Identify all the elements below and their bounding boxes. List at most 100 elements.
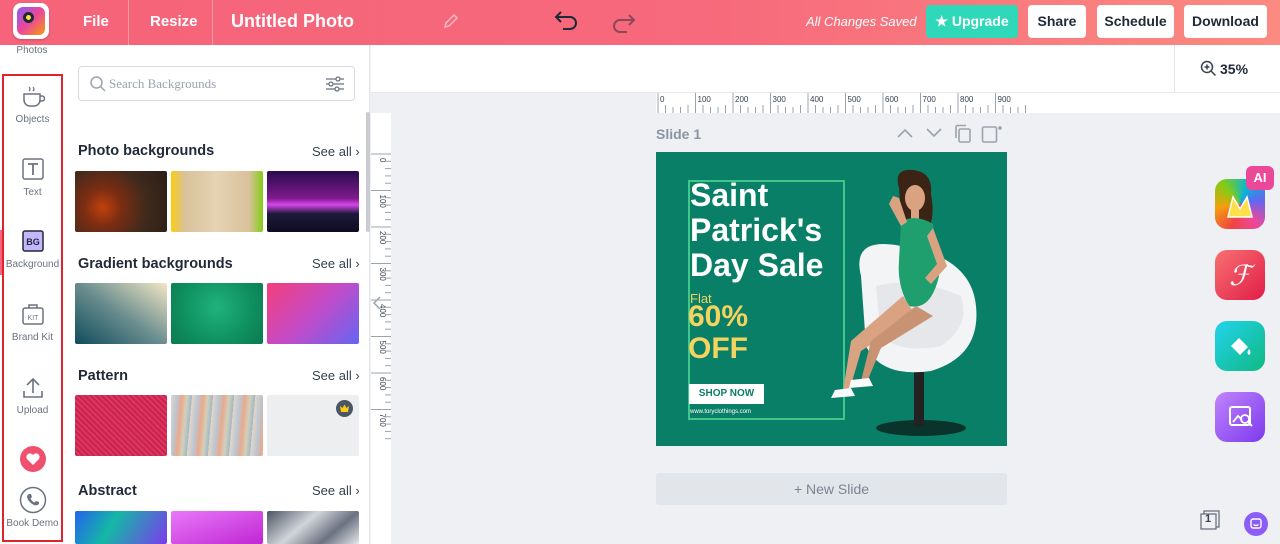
upgrade-button[interactable]: ★ Upgrade bbox=[926, 5, 1018, 38]
see-all-gradient[interactable]: See all › bbox=[312, 256, 360, 271]
phone-icon bbox=[19, 486, 46, 514]
new-slide-button[interactable]: + New Slide bbox=[656, 473, 1007, 505]
chevron-right-icon: › bbox=[355, 483, 360, 498]
rail-item-background[interactable]: BG Background bbox=[2, 229, 63, 270]
rail-item-favorites[interactable] bbox=[2, 446, 63, 476]
canvas-toolbar bbox=[371, 45, 1280, 93]
upgrade-label: Upgrade bbox=[951, 13, 1009, 29]
see-all-label: See all bbox=[312, 483, 352, 498]
design-canvas[interactable]: Saint Patrick's Day Sale Flat 60% OFF SH… bbox=[656, 152, 1007, 446]
slide-label: Slide 1 bbox=[656, 126, 702, 142]
image-search-app[interactable] bbox=[1215, 392, 1265, 442]
ruler-label: 500 bbox=[378, 341, 387, 355]
duplicate-icon[interactable] bbox=[954, 124, 972, 144]
ruler-label: 200 bbox=[378, 231, 387, 245]
download-button[interactable]: Download bbox=[1184, 5, 1267, 38]
chevron-up-icon[interactable] bbox=[896, 127, 914, 139]
rail-label-text: Text bbox=[23, 187, 42, 198]
rail-item-text[interactable]: Text bbox=[2, 157, 63, 198]
ruler-label: 800 bbox=[960, 95, 974, 104]
font-f-icon: ℱ bbox=[1228, 261, 1251, 292]
menu-file[interactable]: File bbox=[83, 0, 109, 45]
schedule-button[interactable]: Schedule bbox=[1097, 5, 1174, 38]
undo-icon[interactable] bbox=[553, 9, 579, 31]
document-title[interactable]: Untitled Photo bbox=[231, 0, 354, 45]
toolbar-divider bbox=[1174, 45, 1175, 93]
cup-icon bbox=[22, 86, 45, 107]
see-all-label: See all bbox=[312, 144, 352, 159]
section-title-gradient: Gradient backgrounds bbox=[78, 256, 233, 272]
pencil-icon[interactable] bbox=[443, 13, 459, 29]
model-photo[interactable] bbox=[821, 166, 996, 446]
ruler-label: 300 bbox=[773, 95, 787, 104]
discount-percent[interactable]: 60% bbox=[688, 300, 748, 334]
rail-label-book-demo: Book Demo bbox=[6, 518, 59, 529]
text-icon bbox=[21, 158, 44, 180]
thumb-gradient-1[interactable] bbox=[75, 283, 167, 344]
app-logo[interactable] bbox=[13, 3, 49, 39]
heart-icon bbox=[19, 446, 46, 472]
rail-item-brand-kit[interactable]: KIT Brand Kit bbox=[2, 302, 63, 343]
upload-icon bbox=[22, 377, 43, 398]
chevron-left-icon[interactable] bbox=[372, 296, 382, 310]
website-label[interactable]: www.toryclothings.com bbox=[690, 409, 751, 415]
share-button[interactable]: Share bbox=[1028, 5, 1086, 38]
ruler-label: 300 bbox=[378, 268, 387, 282]
rail-item-book-demo[interactable]: Book Demo bbox=[2, 486, 63, 529]
redo-icon[interactable] bbox=[611, 12, 637, 34]
see-all-abstract[interactable]: See all › bbox=[312, 483, 360, 498]
filter-icon[interactable] bbox=[325, 75, 345, 93]
chevron-right-icon: › bbox=[355, 256, 360, 271]
rail-item-photos[interactable]: Photos bbox=[0, 45, 64, 56]
thumb-gradient-3[interactable] bbox=[267, 283, 359, 344]
paint-app[interactable] bbox=[1215, 321, 1265, 371]
search-input[interactable] bbox=[109, 75, 309, 93]
thumb-photo-1[interactable] bbox=[75, 171, 167, 232]
chat-support-button[interactable] bbox=[1244, 512, 1268, 536]
zoom-in-icon bbox=[1200, 60, 1217, 77]
chevron-right-icon: › bbox=[355, 144, 360, 159]
section-title-pattern: Pattern bbox=[78, 368, 128, 384]
svg-text:KIT: KIT bbox=[27, 315, 39, 322]
ruler-label: 700 bbox=[923, 95, 937, 104]
headline-line-2: Patrick's bbox=[690, 212, 823, 248]
panel-scrollbar[interactable] bbox=[366, 112, 370, 232]
font-app[interactable]: ℱ bbox=[1215, 250, 1265, 300]
see-all-label: See all bbox=[312, 256, 352, 271]
zoom-control[interactable]: 35% bbox=[1200, 60, 1248, 77]
thumb-pattern-1[interactable] bbox=[75, 395, 167, 456]
thumb-gradient-2[interactable] bbox=[171, 283, 263, 344]
search-icon bbox=[90, 76, 106, 92]
background-icon: BG bbox=[21, 230, 44, 252]
rail-item-upload[interactable]: Upload bbox=[2, 375, 63, 416]
page-count-indicator[interactable]: 1 bbox=[1200, 510, 1220, 530]
chevron-down-icon[interactable] bbox=[925, 127, 943, 139]
shop-now-button[interactable]: SHOP NOW bbox=[689, 384, 764, 404]
thumb-photo-3[interactable] bbox=[267, 171, 359, 232]
thumb-photo-2[interactable] bbox=[171, 171, 263, 232]
headline[interactable]: Saint Patrick's Day Sale bbox=[690, 178, 823, 283]
horizontal-ruler: 0 100 200 300 400 500 600 700 800 900 bbox=[656, 93, 1280, 113]
app-root: File Resize Untitled Photo All Changes S… bbox=[0, 0, 1280, 544]
ruler-label: 100 bbox=[698, 95, 712, 104]
headline-line-1: Saint bbox=[690, 177, 769, 213]
rail-label-objects: Objects bbox=[15, 114, 50, 125]
search-box[interactable] bbox=[78, 66, 355, 101]
header-divider bbox=[212, 0, 213, 45]
add-slide-icon[interactable] bbox=[981, 124, 1003, 144]
thumb-pattern-3[interactable] bbox=[267, 395, 359, 456]
rail-item-objects[interactable]: Objects bbox=[2, 84, 63, 125]
discount-off[interactable]: OFF bbox=[688, 332, 748, 366]
thumb-abstract-1[interactable] bbox=[75, 511, 167, 544]
top-header: File Resize Untitled Photo All Changes S… bbox=[0, 0, 1280, 45]
thumb-pattern-2[interactable] bbox=[171, 395, 263, 456]
menu-resize[interactable]: Resize bbox=[150, 0, 198, 45]
see-all-pattern[interactable]: See all › bbox=[312, 368, 360, 383]
see-all-photo[interactable]: See all › bbox=[312, 144, 360, 159]
star-icon: ★ bbox=[935, 13, 948, 29]
thumb-abstract-3[interactable] bbox=[267, 511, 359, 544]
thumb-abstract-2[interactable] bbox=[171, 511, 263, 544]
ruler-label: 700 bbox=[378, 414, 387, 428]
ruler-label: 500 bbox=[848, 95, 862, 104]
zoom-level: 35% bbox=[1220, 61, 1249, 77]
